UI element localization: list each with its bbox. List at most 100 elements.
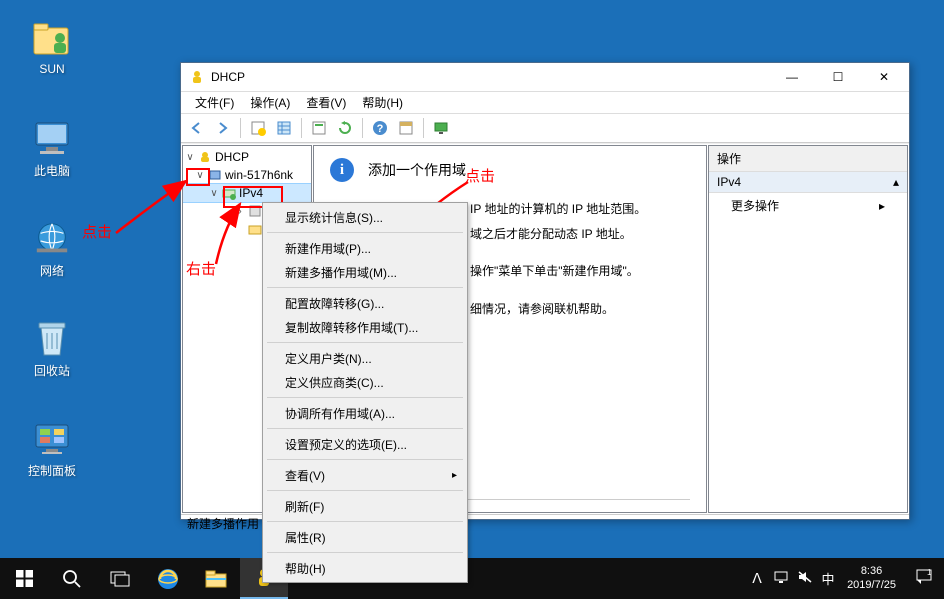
toolbar-back[interactable] xyxy=(185,116,209,140)
ctx-separator xyxy=(267,342,463,343)
svg-text:1: 1 xyxy=(927,568,932,577)
tray-volume-icon[interactable] xyxy=(793,570,817,587)
options-icon xyxy=(247,203,263,219)
task-view-icon xyxy=(110,571,130,587)
actions-pane: 操作 IPv4 ▴ 更多操作 ▸ xyxy=(708,145,908,513)
status-text: 新建多播作用 xyxy=(187,515,259,532)
content-line2: 域之后才能分配动态 IP 地址。 xyxy=(470,225,690,244)
tray-ime[interactable]: 中 xyxy=(817,569,839,588)
ctx-separator xyxy=(267,490,463,491)
ctx-separator xyxy=(267,552,463,553)
taskbar-ie[interactable] xyxy=(144,558,192,599)
content-line3: 操作"菜单下单击"新建作用域"。 xyxy=(470,262,690,281)
ctx-separator xyxy=(267,428,463,429)
ctx-separator xyxy=(267,397,463,398)
dhcp-icon xyxy=(197,149,213,165)
folder-user-icon xyxy=(31,18,73,60)
desktop-icon-control-panel[interactable]: 控制面板 xyxy=(12,418,92,479)
window-title: DHCP xyxy=(211,70,769,84)
toolbar-monitor[interactable] xyxy=(429,116,453,140)
actions-sub-ipv4[interactable]: IPv4 ▴ xyxy=(709,172,907,193)
taskbar-explorer[interactable] xyxy=(192,558,240,599)
desktop-icon-label: 回收站 xyxy=(34,362,70,379)
leaf-icon xyxy=(233,224,247,235)
menu-help[interactable]: 帮助(H) xyxy=(354,92,411,113)
content-heading: 添加一个作用域 xyxy=(368,160,466,180)
desktop-icon-this-pc[interactable]: 此电脑 xyxy=(12,118,92,179)
menu-action[interactable]: 操作(A) xyxy=(242,92,298,113)
start-button[interactable] xyxy=(0,558,48,599)
notification-icon: 1 xyxy=(915,567,933,585)
ctx-define-user[interactable]: 定义用户类(N)... xyxy=(265,346,465,370)
expand-toggle-icon[interactable]: ∨ xyxy=(207,188,221,199)
info-icon: i xyxy=(330,158,354,182)
recycle-bin-icon xyxy=(31,318,73,360)
maximize-button[interactable]: ☐ xyxy=(815,63,861,91)
tree-server[interactable]: ∨ win-517h6nk xyxy=(183,166,311,184)
menu-view[interactable]: 查看(V) xyxy=(298,92,354,113)
toolbar-help[interactable]: ? xyxy=(368,116,392,140)
taskbar: ᐱ 中 8:36 2019/7/25 1 xyxy=(0,558,944,599)
folder-icon xyxy=(205,570,227,588)
toolbar-action[interactable] xyxy=(307,116,331,140)
toolbar: ? xyxy=(181,114,909,143)
control-panel-icon xyxy=(31,418,73,460)
ctx-predefined[interactable]: 设置预定义的选项(E)... xyxy=(265,432,465,456)
ie-icon xyxy=(156,567,180,591)
actions-more-label: 更多操作 xyxy=(731,197,779,214)
taskbar-search[interactable] xyxy=(48,558,96,599)
toolbar-add[interactable] xyxy=(246,116,270,140)
tray-date: 2019/7/25 xyxy=(847,579,896,592)
toolbar-forward[interactable] xyxy=(211,116,235,140)
tray-chevron-icon[interactable]: ᐱ xyxy=(745,570,769,587)
expand-toggle-icon[interactable]: ∨ xyxy=(193,170,207,181)
desktop-icon-recycle-bin[interactable]: 回收站 xyxy=(12,318,92,379)
ctx-show-stats[interactable]: 显示统计信息(S)... xyxy=(265,205,465,229)
titlebar[interactable]: DHCP — ☐ ✕ xyxy=(181,63,909,92)
annotation-click-left: 点击 xyxy=(82,221,112,242)
ctx-view[interactable]: 查看(V)▸ xyxy=(265,463,465,487)
ctx-separator xyxy=(267,459,463,460)
ctx-new-multicast[interactable]: 新建多播作用域(M)... xyxy=(265,260,465,284)
dhcp-app-icon xyxy=(189,69,205,85)
tree-root[interactable]: ∨ DHCP xyxy=(183,148,311,166)
menu-file[interactable]: 文件(F) xyxy=(187,92,242,113)
tray-network-icon[interactable] xyxy=(769,570,793,587)
actions-more[interactable]: 更多操作 ▸ xyxy=(709,193,907,218)
tree-ipv4[interactable]: ∨ IPv4 xyxy=(183,184,311,202)
desktop-icon-label: SUN xyxy=(39,62,64,76)
toolbar-refresh[interactable] xyxy=(333,116,357,140)
minimize-button[interactable]: — xyxy=(769,63,815,91)
tray-notifications[interactable]: 1 xyxy=(904,567,944,590)
content-line4: 细情况，请参阅联机帮助。 xyxy=(470,300,690,319)
collapse-icon: ▴ xyxy=(893,175,899,189)
ctx-properties[interactable]: 属性(R) xyxy=(265,525,465,549)
sub-arrow-icon: ▸ xyxy=(879,199,885,213)
content-line1: IP 地址的计算机的 IP 地址范围。 xyxy=(470,200,690,219)
menubar: 文件(F) 操作(A) 查看(V) 帮助(H) xyxy=(181,92,909,114)
ctx-copy-failover[interactable]: 复制故障转移作用域(T)... xyxy=(265,315,465,339)
ctx-separator xyxy=(267,521,463,522)
tree-ipv4-label: IPv4 xyxy=(239,186,263,200)
ctx-config-failover[interactable]: 配置故障转移(G)... xyxy=(265,291,465,315)
toolbar-list[interactable] xyxy=(272,116,296,140)
ctx-define-vendor[interactable]: 定义供应商类(C)... xyxy=(265,370,465,394)
server-icon xyxy=(207,167,223,183)
ctx-new-scope[interactable]: 新建作用域(P)... xyxy=(265,236,465,260)
taskbar-task-view[interactable] xyxy=(96,558,144,599)
desktop-icon-sun[interactable]: SUN xyxy=(12,18,92,76)
desktop-icon-network[interactable]: 网络 xyxy=(12,218,92,279)
expand-toggle-icon[interactable]: ∨ xyxy=(183,152,197,163)
tray-clock[interactable]: 8:36 2019/7/25 xyxy=(839,565,904,591)
expand-toggle-icon[interactable]: › xyxy=(233,206,247,217)
ctx-help[interactable]: 帮助(H) xyxy=(265,556,465,580)
network-globe-icon xyxy=(31,218,73,260)
ctx-refresh[interactable]: 刷新(F) xyxy=(265,494,465,518)
ctx-reconcile[interactable]: 协调所有作用域(A)... xyxy=(265,401,465,425)
annotation-right-click: 右击 xyxy=(186,258,216,279)
ipv4-icon xyxy=(221,185,237,201)
toolbar-props[interactable] xyxy=(394,116,418,140)
close-button[interactable]: ✕ xyxy=(861,63,907,91)
svg-text:?: ? xyxy=(377,123,384,135)
annotation-click-right: 点击 xyxy=(465,165,495,186)
